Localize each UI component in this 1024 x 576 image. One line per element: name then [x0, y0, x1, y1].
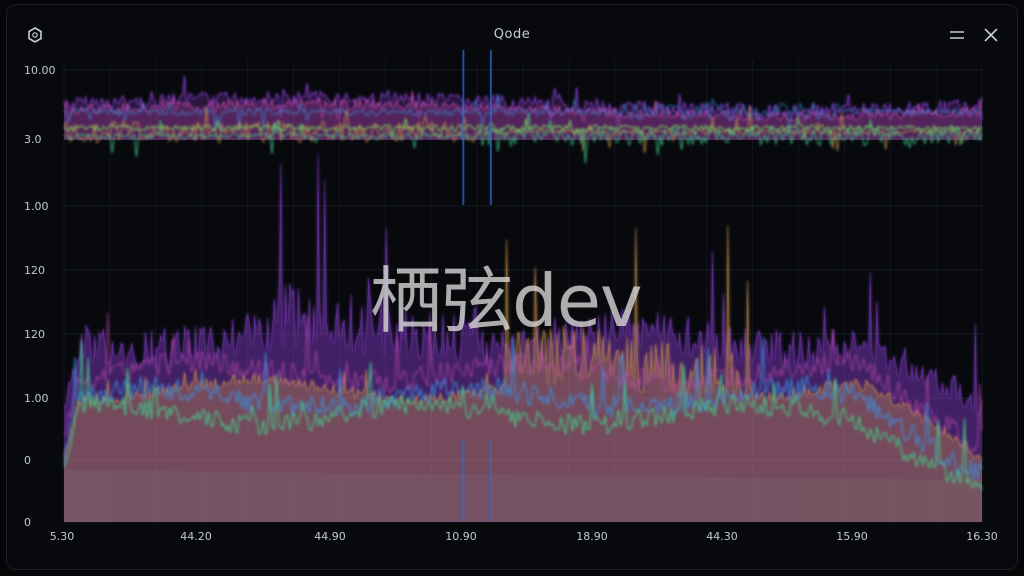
- x-tick-label: 18.90: [576, 530, 608, 543]
- x-tick-label: 16.30: [966, 530, 998, 543]
- y-tick-label: 0: [24, 454, 31, 467]
- y-tick-label: 10.00: [24, 64, 56, 77]
- x-tick-label: 15.90: [836, 530, 868, 543]
- y-tick-label: 1.00: [24, 200, 49, 213]
- y-tick-label: 120: [24, 328, 45, 341]
- x-tick-label: 10.90: [445, 530, 477, 543]
- x-tick-label: 44.30: [706, 530, 738, 543]
- x-tick-label: 5.30: [50, 530, 75, 543]
- y-tick-label: 3.0: [24, 133, 42, 146]
- y-tick-label: 1.00: [24, 392, 49, 405]
- x-tick-label: 44.90: [314, 530, 346, 543]
- y-tick-label: 120: [24, 264, 45, 277]
- chart-plot: 10.00 3.0 1.00 120 120 1.00 0 0 5.30 44.20 44.90 10…: [24, 50, 998, 543]
- y-tick-label: 0: [24, 516, 31, 529]
- x-tick-label: 44.20: [180, 530, 212, 543]
